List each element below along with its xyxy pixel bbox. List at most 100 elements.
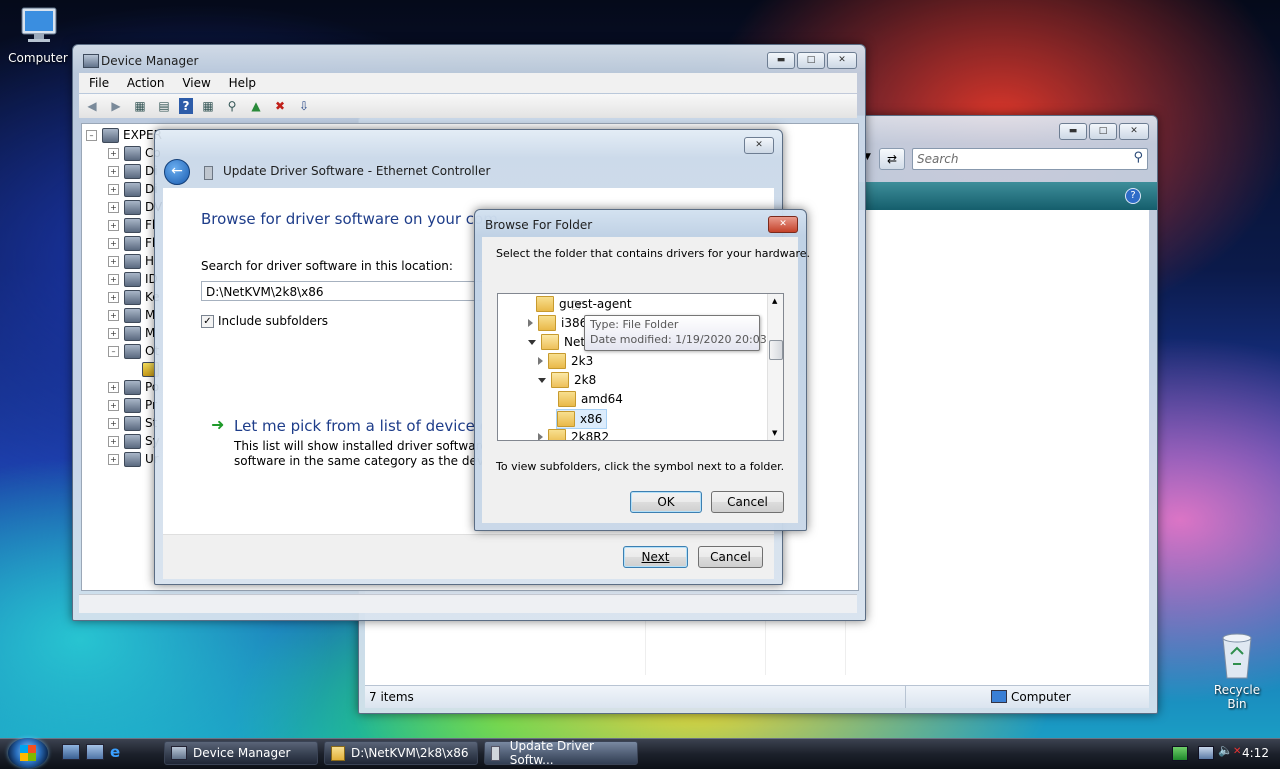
expand-toggle[interactable]: + xyxy=(108,165,119,177)
expand-toggle[interactable]: + xyxy=(108,309,119,321)
tree-item[interactable]: + Ur xyxy=(108,450,159,468)
expand-toggle[interactable]: + xyxy=(108,237,119,249)
properties-icon[interactable]: ▤ xyxy=(155,98,173,114)
start-button[interactable] xyxy=(8,738,48,768)
back-icon[interactable]: ◀ xyxy=(83,98,101,114)
menu-view[interactable]: View xyxy=(182,76,210,90)
folder-row-x86-selected[interactable]: x86 xyxy=(556,409,608,429)
close-button[interactable]: ✕ xyxy=(1119,123,1149,140)
driver-path-input[interactable]: D:\NetKVM\2k8\x86 xyxy=(201,281,501,301)
tree-item[interactable]: + ID xyxy=(108,270,158,288)
close-button[interactable]: ✕ xyxy=(827,52,857,69)
recycle-bin-desktop-icon[interactable]: Recycle Bin xyxy=(1204,630,1270,711)
tree-item[interactable]: + Co xyxy=(108,144,161,162)
tree-item[interactable]: + Fl xyxy=(108,216,155,234)
include-subfolders-checkbox[interactable]: ✓ Include subfolders xyxy=(201,314,328,328)
expand-toggle[interactable]: + xyxy=(108,255,119,267)
tree-item[interactable]: + Di xyxy=(108,162,158,180)
browse-cancel-button[interactable]: Cancel xyxy=(711,491,784,513)
search-input[interactable]: Search xyxy=(917,152,959,166)
expand-toggle[interactable]: + xyxy=(108,453,119,465)
expand-toggle[interactable]: + xyxy=(108,291,119,303)
forward-icon[interactable]: ▶ xyxy=(107,98,125,114)
scroll-thumb[interactable] xyxy=(769,340,783,360)
scroll-down-arrow-icon[interactable]: ▼ xyxy=(772,429,777,437)
next-button[interactable]: Next xyxy=(623,546,688,568)
back-arrow-icon[interactable]: ← xyxy=(164,159,190,185)
switch-windows-icon[interactable] xyxy=(86,744,104,760)
uninstall-icon[interactable]: ✖ xyxy=(271,98,289,114)
checkbox-checked-icon[interactable]: ✓ xyxy=(201,314,214,328)
search-box[interactable]: Search ⚲ xyxy=(912,148,1148,170)
expand-toggle[interactable]: + xyxy=(108,183,119,195)
scan-hardware-icon[interactable]: ⚲ xyxy=(223,98,241,114)
taskbar-folder-window[interactable]: D:\NetKVM\2k8\x86 xyxy=(324,741,478,765)
tree-item[interactable]: + Di xyxy=(108,180,158,198)
expand-toggle[interactable]: + xyxy=(108,273,119,285)
ok-button[interactable]: OK xyxy=(630,491,702,513)
folder-row-2k8r2[interactable]: 2k8R2 xyxy=(538,428,609,440)
expand-toggle[interactable]: + xyxy=(108,381,119,393)
folder-row-amd64[interactable]: amd64 xyxy=(558,390,623,408)
taskbar-device-manager[interactable]: Device Manager xyxy=(164,741,318,765)
expand-toggle[interactable]: + xyxy=(108,327,119,339)
tree-item[interactable]: + Fl xyxy=(108,234,155,252)
disable-icon[interactable]: ⇩ xyxy=(295,98,313,114)
taskbar-update-driver[interactable]: Update Driver Softw... xyxy=(484,739,638,767)
pick-from-list-link[interactable]: ➜ Let me pick from a list of device dri xyxy=(211,415,500,435)
menu-help[interactable]: Help xyxy=(229,76,256,90)
refresh-button[interactable]: ⇄ xyxy=(879,148,905,170)
tree-root[interactable]: – EXPER xyxy=(86,126,162,144)
expand-toggle[interactable]: + xyxy=(108,219,119,231)
menu-file[interactable]: File xyxy=(89,76,109,90)
tree-item[interactable]: + Pr xyxy=(108,396,157,414)
expand-toggle[interactable]: + xyxy=(108,435,119,447)
maximize-button[interactable]: □ xyxy=(797,52,825,69)
tree-item[interactable]: + Ke xyxy=(108,288,160,306)
show-desktop-icon[interactable] xyxy=(62,744,80,760)
collapse-toggle[interactable]: – xyxy=(108,345,119,357)
tree-item[interactable]: + Po xyxy=(108,378,159,396)
collapse-toggle[interactable]: – xyxy=(86,129,97,141)
tree-item[interactable]: + M xyxy=(108,324,155,342)
pick-link-text[interactable]: Let me pick from a list of device dri xyxy=(234,417,500,435)
expand-toggle[interactable]: + xyxy=(108,201,119,213)
minimize-button[interactable]: ▬ xyxy=(767,52,795,69)
expand-arrow-icon[interactable] xyxy=(538,433,543,440)
close-button[interactable]: ✕ xyxy=(768,216,798,233)
clock[interactable]: 4:12 xyxy=(1242,746,1269,760)
tree-item[interactable]: – Ot xyxy=(108,342,159,360)
tree-item[interactable]: + Sy xyxy=(108,432,160,450)
expand-arrow-icon[interactable] xyxy=(528,319,533,327)
folder-row-2k8[interactable]: 2k8 xyxy=(538,371,596,389)
network-icon[interactable] xyxy=(1198,746,1214,760)
expand-arrow-icon[interactable] xyxy=(538,357,543,365)
expand-toggle[interactable]: + xyxy=(108,417,119,429)
maximize-button[interactable]: □ xyxy=(1089,123,1117,140)
minimize-button[interactable]: ▬ xyxy=(1059,123,1087,140)
collapse-arrow-icon[interactable] xyxy=(528,339,536,345)
folder-row-2k3[interactable]: 2k3 xyxy=(538,352,593,370)
computer-desktop-icon[interactable]: Computer xyxy=(8,4,68,65)
menu-action[interactable]: Action xyxy=(127,76,165,90)
update-driver-icon[interactable]: ▲ xyxy=(247,98,265,114)
security-center-icon[interactable] xyxy=(1172,746,1188,761)
tree-item[interactable]: + M xyxy=(108,306,155,324)
close-button[interactable]: ✕ xyxy=(744,137,774,154)
show-hide-tree-icon[interactable]: ▦ xyxy=(131,98,149,114)
expand-toggle[interactable]: + xyxy=(108,399,119,411)
search-icon[interactable]: ⚲ xyxy=(1133,150,1143,165)
scroll-up-arrow-icon[interactable]: ▲ xyxy=(772,297,777,305)
help-icon[interactable]: ? xyxy=(179,98,193,114)
folder-tree-scrollbar[interactable]: ▲ ▼ xyxy=(767,294,783,440)
help-icon[interactable]: ? xyxy=(1125,188,1141,204)
folder-row-i386[interactable]: i386 xyxy=(528,314,587,332)
tree-item[interactable]: + St xyxy=(108,414,157,432)
volume-muted-icon[interactable]: 🔈✕ xyxy=(1218,743,1241,757)
collapse-arrow-icon[interactable] xyxy=(538,377,546,383)
cancel-button[interactable]: Cancel xyxy=(698,546,763,568)
expand-toggle[interactable]: + xyxy=(108,147,119,159)
internet-explorer-icon[interactable]: e xyxy=(110,744,126,760)
view-icon[interactable]: ▦ xyxy=(199,98,217,114)
tree-item[interactable]: + H xyxy=(108,252,154,270)
